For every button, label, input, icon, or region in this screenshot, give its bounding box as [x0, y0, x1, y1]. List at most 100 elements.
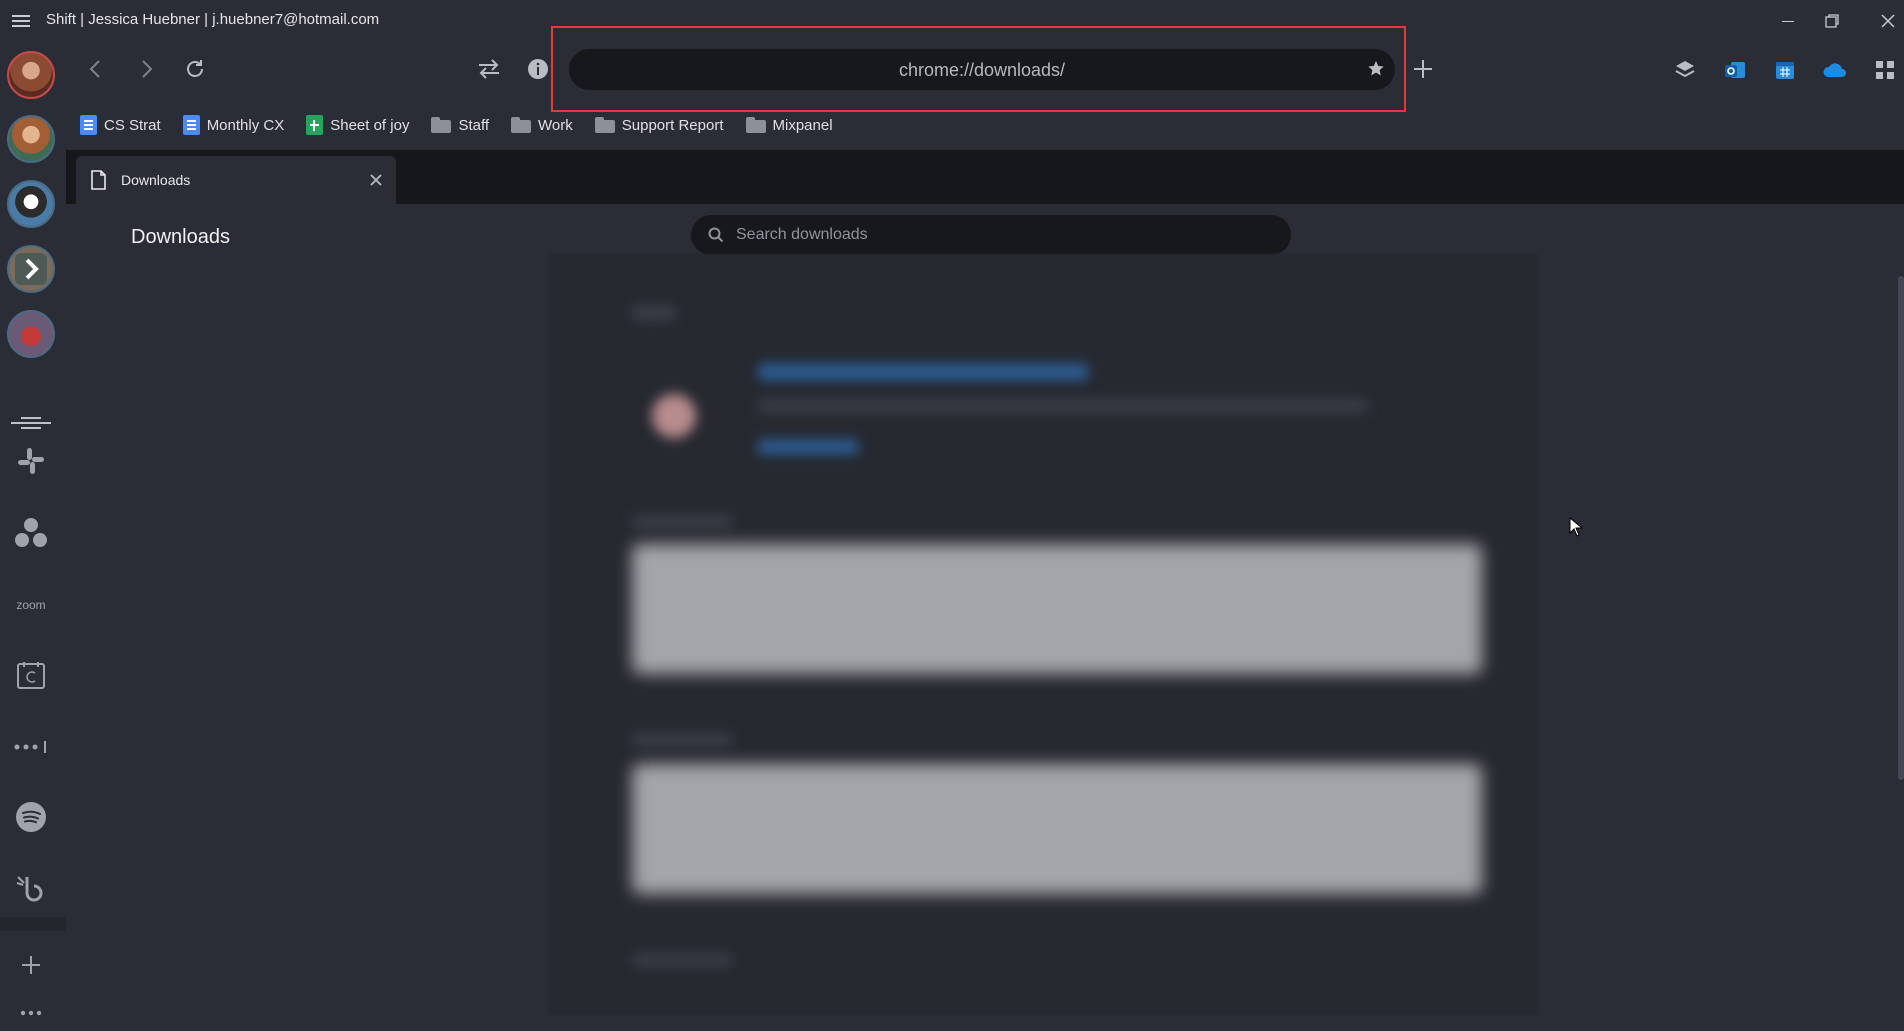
- tab-close-button[interactable]: [370, 170, 382, 191]
- spotify-app[interactable]: [13, 799, 49, 835]
- apps-grid-icon: [1876, 61, 1894, 79]
- slack-app[interactable]: [13, 443, 49, 479]
- folder-icon: [594, 117, 615, 133]
- bookmark-mixpanel[interactable]: Mixpanel: [745, 112, 833, 138]
- calendar-icon: [17, 662, 45, 689]
- address-bar[interactable]: chrome://downloads/: [569, 49, 1395, 90]
- chevron-right-icon: [15, 253, 47, 285]
- calendar-button[interactable]: [1772, 57, 1798, 83]
- account-3-avatar[interactable]: [7, 180, 55, 228]
- bookmark-support-report[interactable]: Support Report: [594, 112, 724, 138]
- spotify-icon: [16, 802, 46, 832]
- tab-downloads[interactable]: Downloads: [76, 156, 396, 204]
- folder-icon: [431, 117, 452, 133]
- minimize-icon: [1782, 20, 1794, 22]
- folder-icon: [511, 117, 532, 133]
- calendar-icon: [1776, 62, 1794, 79]
- bookmark-sheet-of-joy[interactable]: Sheet of joy: [306, 112, 409, 138]
- sidebar-separator: [0, 917, 66, 931]
- sidebar-divider[interactable]: [11, 414, 51, 432]
- bookmark-label: Support Report: [621, 116, 724, 134]
- onedrive-button[interactable]: [1822, 57, 1848, 83]
- info-button[interactable]: [524, 55, 552, 83]
- reload-icon: [187, 60, 203, 77]
- window-title: Shift | Jessica Huebner | j.huebner7@hot…: [46, 11, 380, 28]
- google-docs-icon: [182, 115, 200, 135]
- bookmark-cs-strat[interactable]: CS Strat: [80, 112, 161, 138]
- restore-button[interactable]: [1812, 8, 1852, 34]
- star-icon: [1368, 61, 1384, 76]
- search-downloads-input[interactable]: Search downloads: [691, 215, 1291, 255]
- close-window-button[interactable]: [1868, 8, 1904, 34]
- bookmark-label: Sheet of joy: [330, 116, 410, 134]
- tab-label: Downloads: [121, 172, 191, 188]
- page-scrollbar[interactable]: [1898, 276, 1904, 780]
- mouse-cursor: [1569, 516, 1584, 542]
- outlook-icon: [1725, 62, 1745, 78]
- cursor-icon: [1569, 516, 1584, 537]
- bookmarks-bar: CS Strat Monthly CX Sheet of joy Staff W…: [80, 112, 833, 138]
- tab-strip: Downloads: [66, 150, 1904, 204]
- forward-button[interactable]: [133, 55, 161, 83]
- dots-icon: [14, 741, 46, 753]
- zoom-app[interactable]: zoom: [13, 587, 49, 623]
- back-button[interactable]: [81, 55, 109, 83]
- reload-button[interactable]: [181, 55, 209, 83]
- switch-button[interactable]: [475, 55, 503, 83]
- bookmark-monthly-cx[interactable]: Monthly CX: [182, 112, 285, 138]
- layers-icon: [1675, 61, 1695, 78]
- plus-icon: [1414, 60, 1432, 78]
- chevron-right-icon: [142, 60, 153, 78]
- file-icon: [91, 170, 106, 190]
- apps-grid-button[interactable]: [1872, 57, 1898, 83]
- bookmark-star-button[interactable]: [1365, 58, 1387, 85]
- page-title: Downloads: [131, 226, 230, 248]
- minimize-button[interactable]: [1768, 8, 1808, 34]
- bookmark-staff[interactable]: Staff: [431, 112, 489, 138]
- blurred-download-card: [632, 764, 1482, 894]
- more-apps[interactable]: [13, 729, 49, 765]
- bookmark-label: Staff: [458, 116, 490, 134]
- blurred-date-heading: [632, 954, 732, 966]
- asana-icon: [15, 518, 47, 547]
- chevron-left-icon: [89, 60, 100, 78]
- restore-icon: [1825, 14, 1839, 28]
- downloads-list-blurred: [548, 254, 1538, 1014]
- account-2-avatar[interactable]: [7, 115, 55, 163]
- search-icon: [708, 227, 724, 243]
- close-icon: [1881, 14, 1895, 28]
- outlook-button[interactable]: [1722, 57, 1748, 83]
- bonusly-icon: [16, 876, 43, 902]
- url-text[interactable]: chrome://downloads/: [569, 60, 1395, 81]
- bookmark-work[interactable]: Work: [511, 112, 573, 138]
- blurred-file-url: [758, 400, 1368, 412]
- info-icon: [528, 59, 548, 79]
- calendar-app[interactable]: [13, 657, 49, 693]
- blurred-file-action: [758, 440, 858, 454]
- account-5-avatar[interactable]: [7, 310, 55, 358]
- bookmark-label: CS Strat: [104, 116, 161, 134]
- add-app-button[interactable]: [13, 947, 49, 983]
- asana-app[interactable]: [13, 515, 49, 551]
- bookmark-label: Monthly CX: [206, 116, 285, 134]
- onedrive-icon: [1823, 63, 1846, 77]
- blurred-download-card: [632, 544, 1482, 674]
- account-1-avatar[interactable]: [7, 51, 55, 99]
- new-tab-button[interactable]: [1409, 55, 1437, 83]
- bonusly-app[interactable]: [13, 869, 49, 905]
- menu-icon[interactable]: [12, 12, 30, 28]
- google-sheets-icon: [306, 115, 324, 135]
- more-dots-icon: [20, 1010, 42, 1016]
- search-placeholder: Search downloads: [736, 226, 868, 243]
- blurred-file-name: [758, 364, 1088, 380]
- account-4-avatar[interactable]: [7, 245, 55, 293]
- blurred-date-heading: [632, 516, 732, 528]
- close-icon: [370, 174, 382, 186]
- swap-arrows-icon: [479, 59, 499, 79]
- sidebar-more-button[interactable]: [13, 995, 49, 1031]
- bookmark-label: Work: [538, 116, 573, 134]
- layers-button[interactable]: [1672, 57, 1698, 83]
- blurred-date-heading: [632, 306, 676, 320]
- bookmark-label: Mixpanel: [772, 116, 833, 134]
- app-sidebar: zoom: [0, 41, 66, 1016]
